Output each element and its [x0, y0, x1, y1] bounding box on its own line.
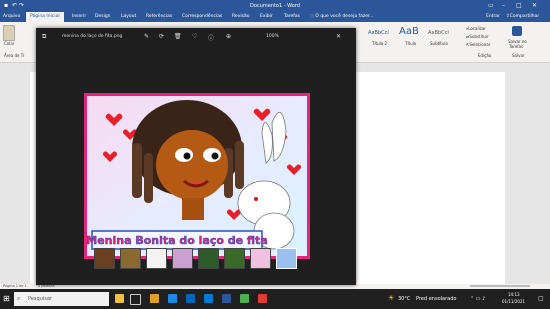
word-taskbar-icon[interactable] — [222, 294, 231, 303]
clipboard-group-label: Área de Tr — [4, 53, 25, 58]
thumbnail-strip — [94, 248, 304, 270]
document-page-right[interactable] — [345, 72, 505, 284]
caption-text: Menina Bonita do laço de fita — [86, 234, 268, 247]
thumbnail-4[interactable] — [172, 248, 193, 269]
thumbnail-6[interactable] — [224, 248, 245, 269]
tab-exibir[interactable]: Exibir — [260, 14, 273, 19]
delete-icon[interactable]: 🗑 — [174, 33, 182, 40]
thumbnail-3[interactable] — [146, 248, 167, 269]
paste-icon[interactable] — [3, 25, 15, 41]
tab-design[interactable]: Design — [95, 14, 111, 19]
thumbnail-1[interactable] — [94, 248, 115, 269]
tab-layout[interactable]: Layout — [121, 14, 136, 19]
style-subtitulo-preview[interactable]: AaBbCcI — [428, 30, 449, 36]
share-button[interactable]: ⇪Compartilhar — [506, 14, 539, 19]
viewer-close-icon[interactable]: ✕ — [336, 33, 341, 40]
weather-temp[interactable]: 30°C — [398, 296, 410, 302]
tab-inserir[interactable]: Inserir — [72, 14, 86, 19]
close-icon[interactable]: ✕ — [532, 2, 537, 9]
page-count[interactable]: Página 1 de 1 — [3, 284, 27, 288]
title-bar: ▪ ↶ ↷ Documento1 - Word ▭ – □ ✕ — [0, 0, 550, 12]
back-icon[interactable]: ⧉ — [42, 33, 46, 41]
zoom-level[interactable]: 100% — [266, 34, 279, 39]
tab-referencias[interactable]: Referências — [146, 14, 172, 19]
taskbar-search-icon: ⌕ — [17, 295, 21, 302]
tab-tarefas[interactable]: Tarefas — [284, 14, 300, 19]
photos-taskbar-icon[interactable] — [240, 294, 249, 303]
thumbnail-8-selected[interactable] — [276, 248, 297, 269]
right-pupil — [211, 152, 219, 160]
style-titulo2-preview[interactable]: AaBbCcI — [368, 30, 389, 36]
thumbnail-2[interactable] — [120, 248, 141, 269]
tab-arquivo[interactable]: Arquivo — [3, 14, 20, 19]
maximize-icon[interactable]: □ — [516, 2, 522, 9]
tab-pagina-inicial[interactable]: Página Inicial — [26, 12, 64, 22]
tell-me-search[interactable]: ◌ O que você deseja fazer... — [310, 14, 374, 19]
style-titulo-preview[interactable]: AaB — [399, 26, 419, 37]
style-titulo[interactable]: Título — [405, 41, 416, 46]
save-tasks-label-2[interactable]: Tarefas — [509, 44, 523, 49]
tray-icons[interactable]: ⌃ ▭ ♪ — [470, 296, 485, 302]
windows-start-icon[interactable]: ⊞ — [3, 294, 10, 303]
minimize-icon[interactable]: – — [502, 2, 505, 9]
left-pupil — [183, 152, 191, 160]
tasks-icon[interactable] — [512, 26, 522, 36]
viewer-filename: menina do laço de fita.png — [62, 34, 123, 39]
clock-time[interactable]: 14:13 — [508, 292, 520, 297]
displayed-image[interactable]: Menina Bonita do laço de fita — [84, 81, 310, 271]
favorite-icon[interactable]: ♡ — [192, 33, 197, 40]
tell-me-text: O que você deseja fazer... — [315, 14, 374, 19]
ribbon-tabs: Arquivo Página Inicial Inserir Design La… — [0, 12, 550, 22]
find-label: Localizar — [468, 26, 486, 31]
ribbon-display-icon[interactable]: ▭ — [488, 2, 494, 9]
editing-group-label: Edição — [478, 53, 492, 58]
task-view-icon[interactable] — [130, 294, 141, 305]
zoom-icon[interactable]: ⊕ — [226, 33, 231, 40]
neck — [182, 198, 204, 220]
notification-icon[interactable]: ▢ — [538, 295, 544, 302]
select-label: Selecionar — [469, 42, 491, 47]
store-icon[interactable] — [186, 294, 195, 303]
taskbar-search[interactable]: ⌕ Pesquisar — [14, 292, 109, 306]
taskbar: ⊞ ⌕ Pesquisar ☀ 30°C Pred ensolarado ⌃ ▭… — [0, 289, 550, 309]
share-label: Compartilhar — [509, 14, 540, 19]
mail-icon[interactable] — [204, 294, 213, 303]
photo-viewer-window: ⧉ menina do laço de fita.png ✎ ⟳ 🗑 ♡ ⓘ ⊕… — [36, 28, 356, 285]
thumbnail-5[interactable] — [198, 248, 219, 269]
weather-icon[interactable]: ☀ — [388, 294, 394, 302]
rotate-icon[interactable]: ⟳ — [159, 33, 164, 40]
replace-label: Substituir — [469, 34, 489, 39]
app-taskbar-icon[interactable] — [258, 294, 267, 303]
replace-button[interactable]: ⇄Substituir — [466, 34, 489, 39]
thumbnail-7[interactable] — [250, 248, 271, 269]
signin-link[interactable]: Entrar — [486, 14, 500, 19]
widget-icon[interactable] — [115, 294, 124, 303]
girl-face — [156, 130, 228, 200]
file-explorer-icon[interactable] — [150, 294, 159, 303]
zoom-slider[interactable] — [470, 285, 530, 287]
find-button[interactable]: ⌕Localizar — [466, 26, 486, 31]
window-title: Documento1 - Word — [250, 3, 300, 9]
weather-desc[interactable]: Pred ensolarado — [416, 296, 456, 302]
tab-revisao[interactable]: Revisão — [232, 14, 249, 19]
info-icon[interactable]: ⓘ — [208, 33, 214, 42]
style-subtitulo[interactable]: Subtítulo — [430, 41, 448, 46]
edit-icon[interactable]: ✎ — [144, 33, 149, 40]
viewer-toolbar: ⧉ menina do laço de fita.png ✎ ⟳ 🗑 ♡ ⓘ ⊕… — [36, 28, 356, 46]
style-titulo2[interactable]: Título 2 — [372, 41, 387, 46]
tab-correspondencias[interactable]: Correspondências — [182, 14, 222, 19]
edge-icon[interactable] — [168, 294, 177, 303]
save-group-label: Salvar — [512, 53, 525, 58]
clock-date[interactable]: 01/11/2021 — [502, 299, 525, 304]
select-button[interactable]: ⇱Selecionar — [466, 42, 490, 47]
taskbar-search-text: Pesquisar — [28, 296, 52, 302]
smile — [183, 179, 209, 188]
paste-label[interactable]: Colar — [4, 41, 14, 46]
